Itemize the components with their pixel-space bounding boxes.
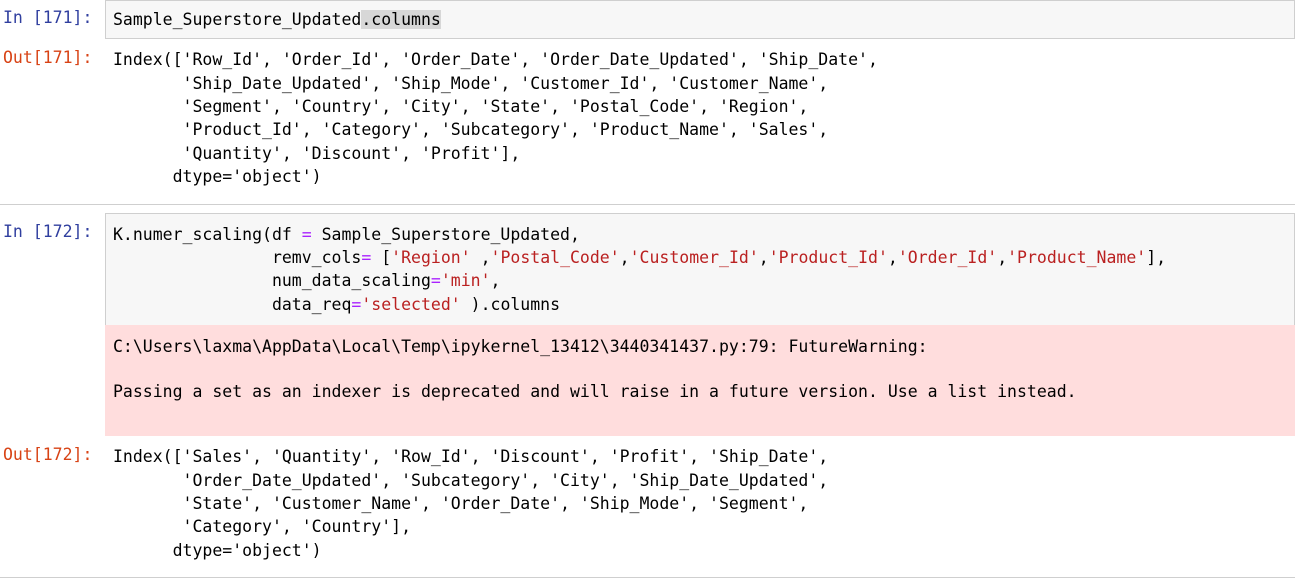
out-prompt-171: Out[171]: (3, 48, 93, 67)
code-token: Sample_Superstore_Updated, (311, 225, 580, 244)
output-line: 'Ship_Date_Updated', 'Ship_Mode', 'Custo… (113, 74, 829, 93)
warning-message-line: Passing a set as an indexer is deprecate… (113, 382, 1077, 401)
operator-token: = (361, 248, 372, 267)
code-token: , (758, 248, 769, 267)
code-line: remv_cols= ['Region' ,'Postal_Code','Cus… (113, 246, 1166, 269)
code-token: , (619, 248, 630, 267)
output-line: 'Product_Id', 'Category', 'Subcategory',… (113, 120, 829, 139)
string-token: 'Postal_Code' (490, 248, 620, 267)
output-line: 'Category', 'Country'], (113, 517, 412, 536)
code-token: , (997, 248, 1008, 267)
in-prompt-172: In [172]: (3, 222, 93, 241)
code-input-172[interactable]: K.numer_scaling(df = Sample_Superstore_U… (105, 213, 1295, 326)
code-attr-highlight: .columns (361, 10, 441, 29)
string-token: 'selected' (361, 295, 461, 314)
warning-path-line: C:\Users\laxma\AppData\Local\Temp\ipyker… (113, 337, 928, 356)
string-token: 'Product_Id' (768, 248, 888, 267)
code-line: num_data_scaling='min', (113, 269, 501, 292)
code-token: K.numer_scaling(df (113, 225, 302, 244)
output-line: 'Quantity', 'Discount', 'Profit'], (113, 144, 521, 163)
cell-separator (0, 577, 1295, 578)
operator-token: = (351, 295, 362, 314)
code-token: remv_cols (113, 248, 362, 267)
string-token: 'Order_Id' (897, 248, 998, 267)
code-token: ).columns (460, 295, 561, 314)
stderr-warning-output: C:\Users\laxma\AppData\Local\Temp\ipyker… (105, 325, 1295, 436)
out-prompt-172: Out[172]: (3, 445, 93, 464)
code-token: , (887, 248, 898, 267)
in-prompt-171: In [171]: (3, 8, 93, 27)
code-token: , (490, 271, 501, 290)
code-object: Sample_Superstore_Updated (113, 10, 362, 29)
code-token: , (470, 248, 491, 267)
code-input-171[interactable]: Sample_Superstore_Updated.columns (105, 0, 1295, 39)
output-line: 'Segment', 'Country', 'City', 'State', '… (113, 97, 809, 116)
operator-token: = (430, 271, 441, 290)
output-line: dtype='object') (113, 541, 322, 560)
output-line: Index(['Sales', 'Quantity', 'Row_Id', 'D… (113, 447, 829, 466)
code-line: data_req='selected' ).columns (113, 293, 560, 316)
cell-separator (0, 204, 1295, 205)
output-line: Index(['Row_Id', 'Order_Id', 'Order_Date… (113, 50, 878, 69)
string-token: 'Product_Name' (1007, 248, 1147, 267)
code-token: num_data_scaling (113, 271, 431, 290)
output-line: 'State', 'Customer_Name', 'Order_Date', … (113, 494, 809, 513)
code-line: K.numer_scaling(df = Sample_Superstore_U… (113, 223, 580, 246)
code-token: [ (371, 248, 392, 267)
operator-token: = (301, 225, 312, 244)
output-line: 'Order_Date_Updated', 'Subcategory', 'Ci… (113, 471, 829, 490)
string-token: 'Region' (391, 248, 471, 267)
string-token: 'min' (440, 271, 491, 290)
code-token: ], (1146, 248, 1167, 267)
code-token: data_req (113, 295, 352, 314)
output-line: dtype='object') (113, 167, 322, 186)
string-token: 'Customer_Id' (629, 248, 759, 267)
code-line: Sample_Superstore_Updated.columns (113, 8, 441, 31)
